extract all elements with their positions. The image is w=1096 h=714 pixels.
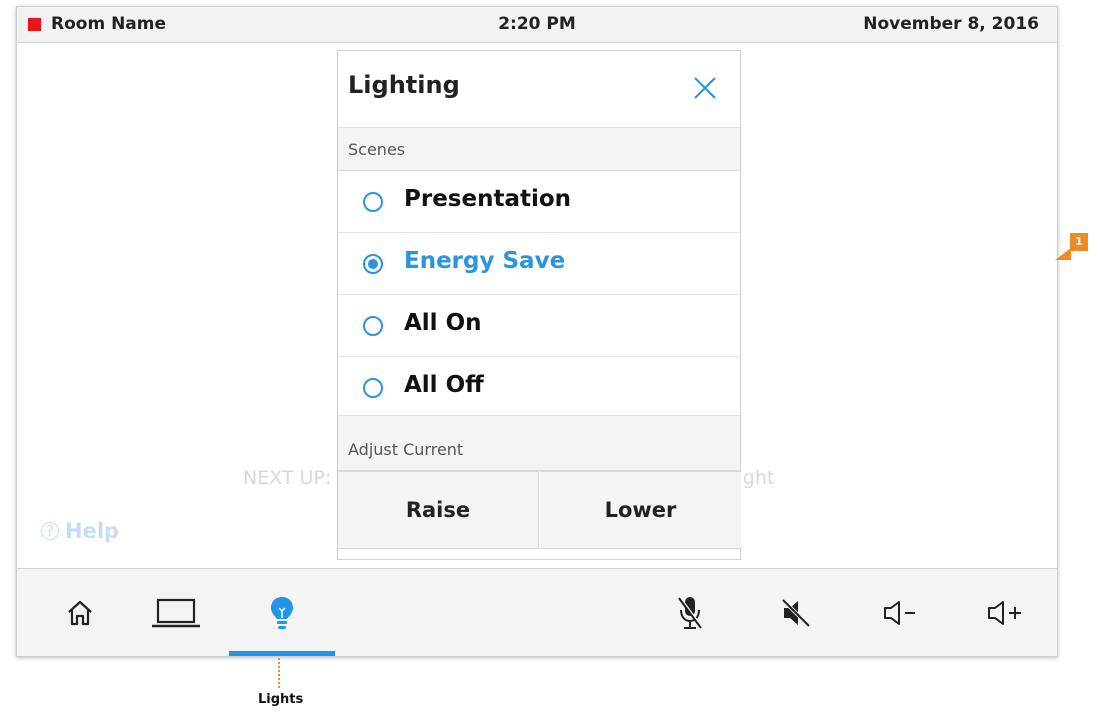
callout-label: Lights: [258, 692, 304, 707]
mic-mute-icon: [678, 597, 704, 629]
radio-button[interactable]: [363, 316, 383, 336]
current-date: November 8, 2016: [863, 14, 1039, 34]
scene-label: All On: [404, 310, 482, 336]
lighting-panel: Lighting Scenes Presentation Energy Save…: [337, 50, 741, 560]
callout-badge-pointer: [1055, 248, 1071, 260]
volume-up-icon: [988, 601, 1021, 625]
radio-button-selected[interactable]: [363, 254, 383, 274]
scene-all-on[interactable]: All On: [338, 295, 740, 357]
scene-label: All Off: [404, 372, 484, 398]
lightbulb-icon: [271, 597, 293, 629]
volume-up-button[interactable]: [953, 569, 1059, 657]
radio-button[interactable]: [363, 378, 383, 398]
raise-button[interactable]: Raise: [338, 471, 539, 549]
scenes-header: Scenes: [338, 127, 740, 171]
status-bar: Room Name 2:20 PM November 8, 2016: [17, 7, 1057, 43]
speaker-mute-icon: [781, 598, 811, 628]
next-up-label: NEXT UP:: [243, 467, 332, 489]
close-button[interactable]: [690, 73, 720, 103]
scene-presentation[interactable]: Presentation: [338, 171, 740, 233]
bottom-toolbar: [17, 568, 1057, 656]
laptop-icon: [152, 598, 200, 628]
callout-badge: 1: [1070, 233, 1088, 251]
help-icon: ?: [41, 522, 59, 540]
laptop-source-button[interactable]: [123, 569, 229, 657]
scene-all-off[interactable]: All Off: [338, 357, 740, 419]
home-button[interactable]: [27, 569, 133, 657]
lights-button[interactable]: [229, 569, 335, 657]
panel-title: Lighting: [348, 71, 460, 99]
callout-line: [278, 658, 280, 688]
adjust-current-header: Adjust Current: [338, 415, 740, 471]
speaker-mute-button[interactable]: [743, 569, 849, 657]
volume-down-button[interactable]: [849, 569, 955, 657]
volume-down-icon: [884, 601, 915, 625]
close-icon: [694, 77, 716, 99]
help-button[interactable]: ? Help: [41, 519, 119, 543]
radio-button[interactable]: [363, 192, 383, 212]
scene-energy-save[interactable]: Energy Save: [338, 233, 740, 295]
active-tab-indicator: [229, 651, 335, 656]
lower-button[interactable]: Lower: [540, 471, 741, 549]
touch-panel: Room Name 2:20 PM November 8, 2016 NEXT …: [16, 6, 1058, 657]
scene-label: Energy Save: [404, 248, 566, 274]
mic-mute-button[interactable]: [637, 569, 743, 657]
help-label: Help: [65, 519, 120, 543]
scene-label: Presentation: [404, 186, 572, 212]
home-icon: [68, 600, 92, 626]
